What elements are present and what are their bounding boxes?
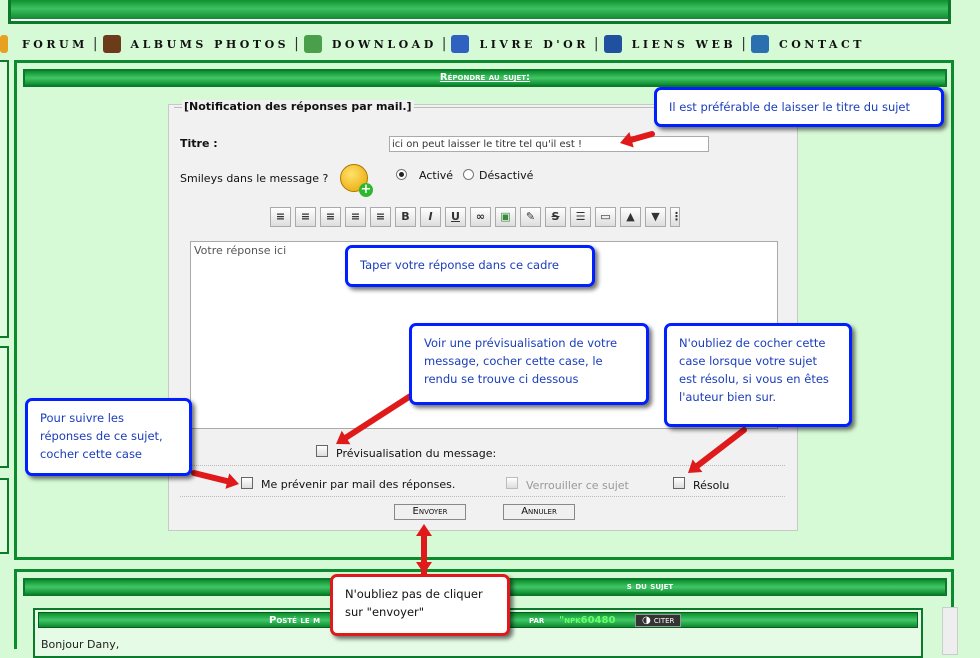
annotation-arrow <box>694 427 747 469</box>
annotation-arrow <box>628 131 655 143</box>
annotation-arrow <box>343 392 415 441</box>
note-reply: Taper votre réponse dans ce cadre <box>345 245 595 287</box>
annotation-arrowhead <box>416 524 432 536</box>
annotation-arrowhead <box>225 473 239 489</box>
note-title: Il est préférable de laisser le titre du… <box>654 87 944 127</box>
note-preview: Voir une prévisualisation de votre messa… <box>409 323 649 405</box>
note-send: N'oubliez pas de cliquer sur "envoyer" <box>330 574 510 636</box>
annotation-arrow <box>191 470 231 485</box>
note-notify: Pour suivre les réponses de ce sujet, co… <box>25 398 192 476</box>
note-resolved: N'oubliez de cocher cette case lorsque v… <box>664 323 852 427</box>
annotation-arrowhead <box>416 562 432 574</box>
